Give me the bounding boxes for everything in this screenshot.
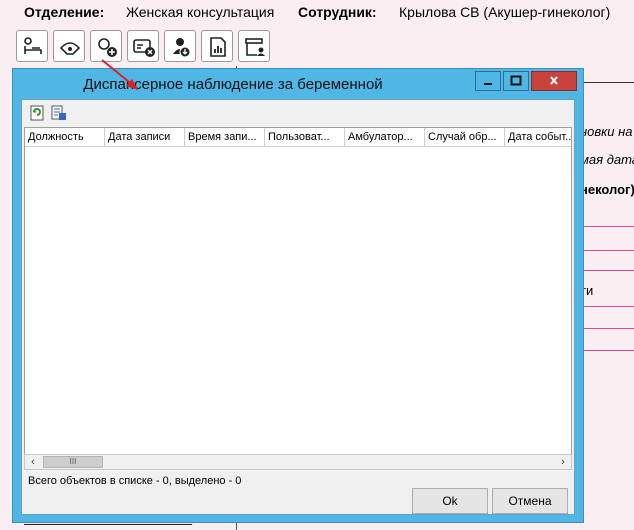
- divider: [580, 350, 634, 351]
- divider: [580, 328, 634, 329]
- minimize-button[interactable]: [475, 71, 501, 91]
- divider: [580, 306, 634, 307]
- column-header[interactable]: Дата записи: [105, 128, 185, 146]
- pregnancy-add-button[interactable]: [90, 30, 122, 62]
- scrollbar-thumb[interactable]: III: [43, 456, 103, 468]
- minimize-icon: [484, 83, 492, 85]
- scroll-left-icon[interactable]: ‹: [25, 455, 41, 469]
- patient-bed-button[interactable]: [16, 30, 48, 62]
- divider: [580, 250, 634, 251]
- column-header[interactable]: Должность: [25, 128, 105, 146]
- cancel-button[interactable]: Отмена: [492, 488, 568, 514]
- bg-text-4: ти: [580, 283, 594, 298]
- export-button[interactable]: [50, 104, 68, 122]
- bg-text-1: новки на: [580, 124, 633, 139]
- close-button[interactable]: [531, 71, 577, 91]
- close-icon: [550, 76, 558, 85]
- table-header: Должность Дата записи Время запи... Поль…: [25, 128, 571, 147]
- bg-text-2: мая дата: [580, 152, 634, 167]
- pregnancy-add-icon: [98, 38, 117, 57]
- column-header[interactable]: Пользоват...: [265, 128, 345, 146]
- column-header[interactable]: Дата событ...: [505, 128, 571, 146]
- refresh-button[interactable]: [28, 104, 46, 122]
- archive-user-icon: [245, 38, 265, 56]
- archive-user-button[interactable]: [238, 30, 270, 62]
- dialog-titlebar[interactable]: Диспансерное наблюдение за беременной: [13, 69, 583, 99]
- horizontal-scrollbar[interactable]: ‹ III ›: [24, 454, 572, 470]
- divider: [580, 226, 634, 227]
- divider: [580, 270, 634, 271]
- doctor-download-button[interactable]: [164, 30, 196, 62]
- employee-value: Крылова СВ (Акушер-гинеколог): [399, 4, 611, 20]
- patient-bed-icon: [24, 37, 42, 54]
- ultrasound-button[interactable]: [53, 30, 85, 62]
- ok-button[interactable]: Ok: [412, 488, 488, 514]
- employee-label: Сотрудник:: [298, 4, 377, 20]
- column-header[interactable]: Время запи...: [185, 128, 265, 146]
- scroll-right-icon[interactable]: ›: [555, 455, 571, 469]
- info-bar: Отделение: Женская консультация Сотрудни…: [0, 0, 634, 26]
- column-header[interactable]: Амбулатор...: [345, 128, 425, 146]
- ultrasound-icon: [59, 42, 81, 55]
- dialog-title: Диспансерное наблюдение за беременной: [83, 76, 383, 93]
- card-remove-button[interactable]: [127, 30, 159, 62]
- status-text: Всего объектов в списке - 0, выделено - …: [28, 475, 242, 487]
- report-chart-button[interactable]: [201, 30, 233, 62]
- doctor-download-icon: [173, 38, 191, 58]
- card-remove-icon: [133, 39, 155, 57]
- bg-text-3: неколог): [580, 182, 634, 197]
- department-value: Женская консультация: [126, 4, 275, 20]
- dialog-client-area: Должность Дата записи Время запи... Поль…: [21, 99, 575, 515]
- department-label: Отделение:: [24, 4, 105, 20]
- maximize-icon: [510, 75, 522, 86]
- observations-table: Должность Дата записи Время запи... Поль…: [24, 127, 572, 467]
- report-chart-icon: [210, 37, 226, 57]
- export-icon: [51, 105, 66, 120]
- pregnancy-observation-dialog: Диспансерное наблюдение за беременной До…: [12, 68, 584, 523]
- column-header[interactable]: Случай обр...: [425, 128, 505, 146]
- refresh-icon: [30, 105, 44, 121]
- maximize-button[interactable]: [503, 71, 529, 91]
